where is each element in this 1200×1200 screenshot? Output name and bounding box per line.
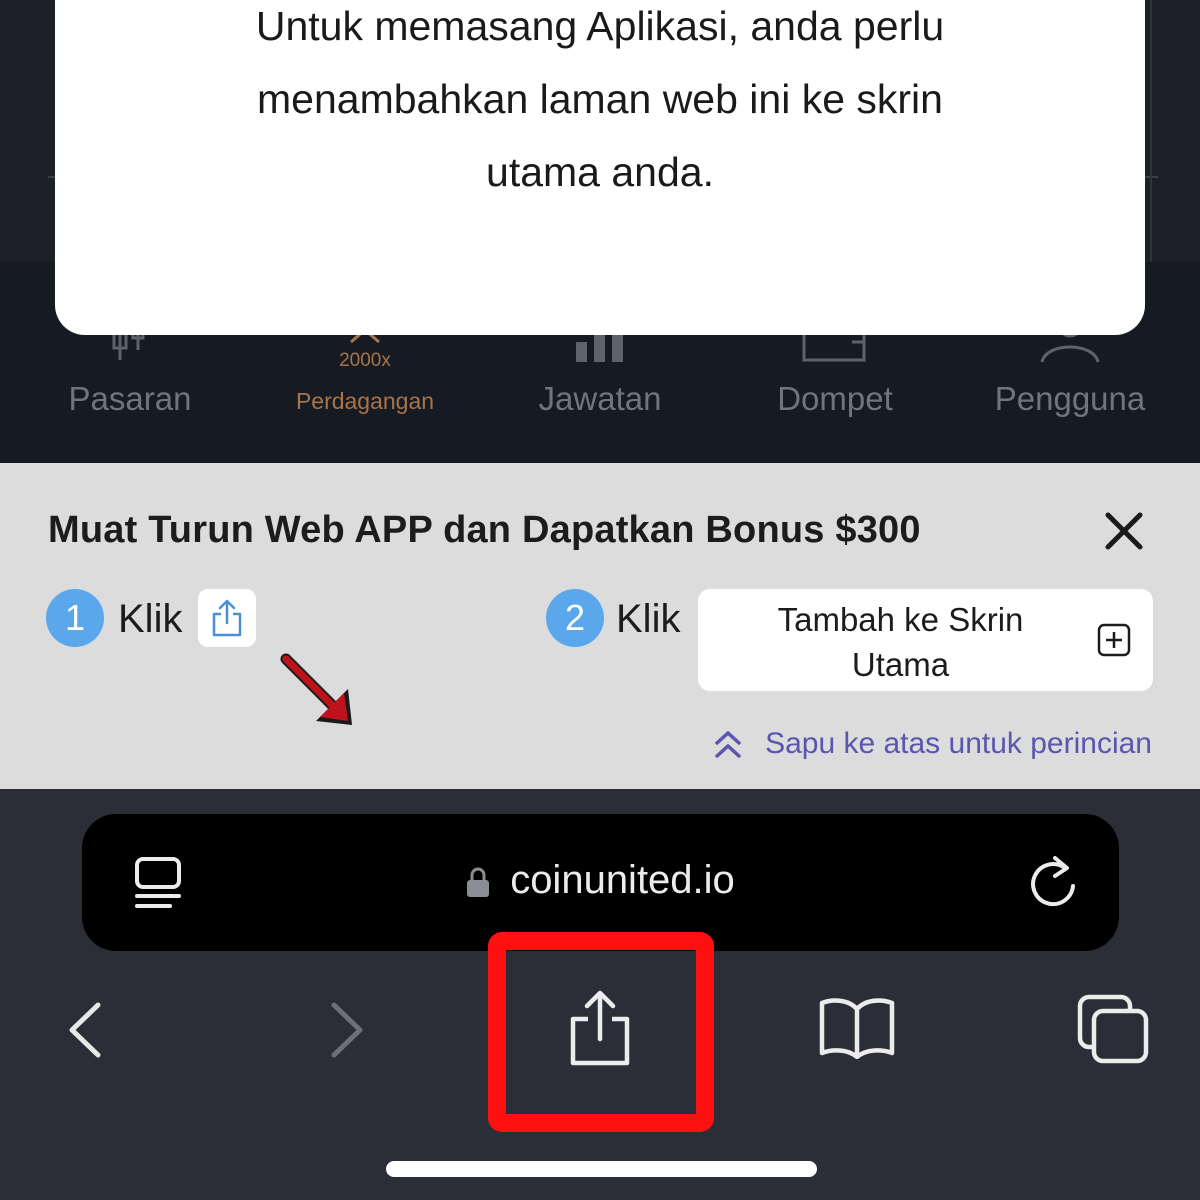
- tab-label: Jawatan: [538, 380, 662, 417]
- domain-text: coinunited.io: [510, 858, 735, 902]
- add-to-home-label: Tambah ke Skrin Utama: [777, 601, 1024, 683]
- tab-label: Pasaran: [68, 380, 192, 417]
- share-highlight-box: [488, 932, 714, 1132]
- step-2-badge: 2: [546, 589, 604, 647]
- address-bar[interactable]: coinunited.io: [82, 814, 1119, 951]
- banner-title: Muat Turun Web APP dan Dapatkan Bonus $3…: [48, 509, 921, 551]
- tab-label: Dompet: [777, 380, 893, 417]
- step-2-label: Klik: [616, 597, 681, 641]
- tab-label: Pengguna: [994, 380, 1146, 417]
- pointer-arrow-icon: [280, 653, 352, 725]
- add-to-home-screen-hint: Tambah ke Skrin Utama: [698, 589, 1153, 691]
- tab-label: Perdagangan: [295, 388, 435, 414]
- double-chevron-up-icon: [715, 731, 741, 758]
- swipe-up-hint[interactable]: Sapu ke atas untuk perincian: [713, 727, 1152, 761]
- browser-toolbar: coinunited.io: [0, 789, 1200, 1200]
- step-1-label: Klik: [118, 597, 183, 641]
- reload-icon[interactable]: [1027, 854, 1079, 910]
- close-icon[interactable]: [1100, 507, 1148, 555]
- modal-message: Untuk memasang Aplikasi, anda perlu mena…: [255, 3, 945, 195]
- swipe-hint-label: Sapu ke atas untuk perincian: [765, 727, 1152, 760]
- bookmarks-icon[interactable]: [818, 997, 896, 1059]
- back-icon[interactable]: [66, 1001, 104, 1059]
- lock-icon: [467, 867, 490, 898]
- leverage-label: 2000x: [339, 350, 391, 371]
- share-hint-chip: [198, 589, 256, 647]
- url-display: coinunited.io: [82, 858, 1119, 903]
- install-app-modal: Untuk memasang Aplikasi, anda perlu mena…: [55, 0, 1145, 335]
- tabs-icon[interactable]: [1076, 993, 1150, 1065]
- forward-icon[interactable]: [328, 1001, 366, 1059]
- home-indicator[interactable]: [386, 1161, 817, 1177]
- step-1-badge: 1: [46, 589, 104, 647]
- share-icon: [212, 599, 242, 637]
- divider: [1150, 0, 1152, 262]
- install-banner: Muat Turun Web APP dan Dapatkan Bonus $3…: [0, 463, 1200, 789]
- add-square-icon: [1097, 623, 1131, 657]
